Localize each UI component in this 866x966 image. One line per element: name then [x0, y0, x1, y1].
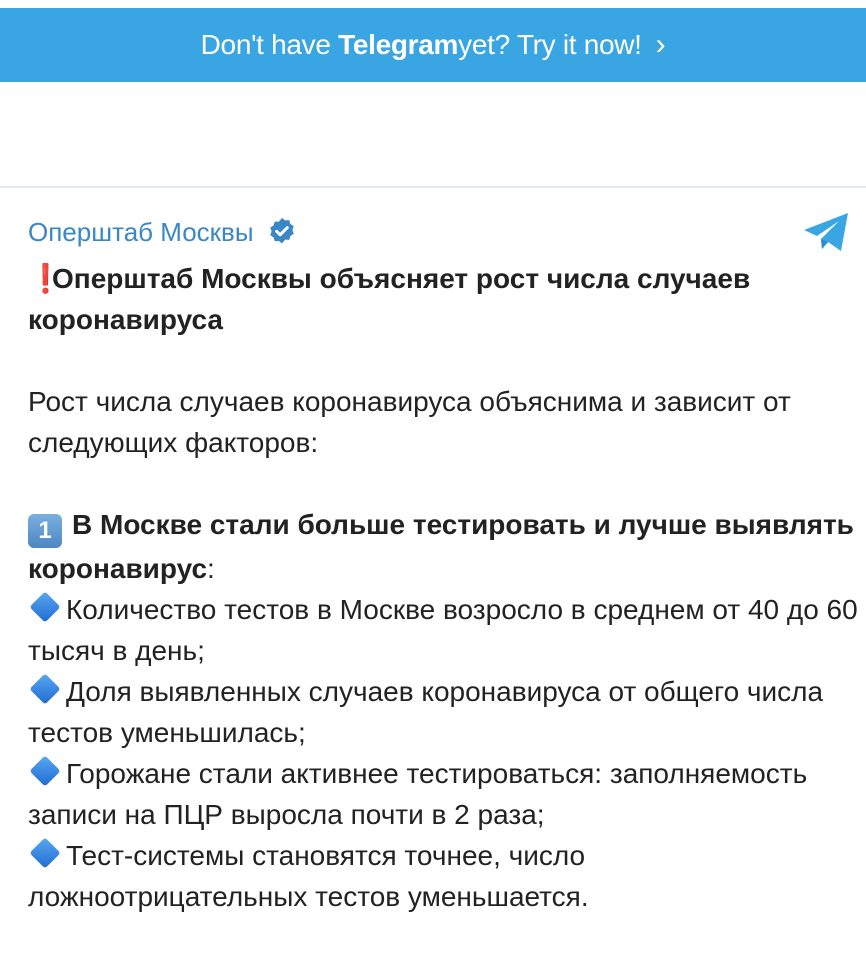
top-strip — [0, 0, 866, 8]
post-title-text: Оперштаб Москвы объясняет рост числа слу… — [28, 263, 751, 335]
post-intro: Рост числа случаев коронавируса объясним… — [28, 386, 791, 458]
banner-suffix: yet? Try it now! — [458, 29, 642, 60]
list-item: Доля выявленных случаев коронавируса от … — [28, 671, 858, 753]
banner-brand: Telegram — [338, 29, 459, 60]
blue-diamond-icon — [29, 591, 61, 623]
post-header: Оперштаб Москвы — [28, 206, 858, 258]
list-item: Количество тестов в Москве возросло в ср… — [28, 589, 858, 671]
post-title: ❗Оперштаб Москвы объясняет рост числа сл… — [28, 258, 858, 340]
blue-diamond-icon — [29, 755, 61, 787]
list-item: Тест-системы становятся точнее, число ло… — [28, 835, 858, 917]
section-colon: : — [207, 553, 215, 584]
list-item-text: Тест-системы становятся точнее, число ло… — [28, 840, 589, 912]
keycap-one-icon: 1 — [28, 514, 62, 548]
blue-diamond-icon — [29, 837, 61, 869]
section-heading-text: В Москве стали больше тестировать и лучш… — [28, 509, 854, 584]
channel-name-link[interactable]: Оперштаб Москвы — [28, 217, 254, 248]
list-item-text: Количество тестов в Москве возросло в ср… — [28, 594, 858, 666]
telegram-plane-icon[interactable] — [802, 210, 852, 254]
channel-post: Оперштаб Москвы ❗Оперштаб Москвы объясня… — [28, 206, 858, 917]
exclamation-icon: ❗ — [28, 263, 63, 294]
section-heading: 1В Москве стали больше тестировать и луч… — [28, 504, 858, 589]
list-item-text: Доля выявленных случаев коронавируса от … — [28, 676, 824, 748]
verified-badge-icon — [269, 218, 294, 244]
blue-diamond-icon — [29, 673, 61, 705]
divider — [0, 186, 866, 188]
banner-prefix: Don't have — [200, 29, 331, 60]
chevron-right-icon: › — [655, 28, 666, 61]
list-item: Горожане стали активнее тестироваться: з… — [28, 753, 858, 835]
post-text: ❗Оперштаб Москвы объясняет рост числа сл… — [28, 258, 858, 917]
list-item-text: Горожане стали активнее тестироваться: з… — [28, 758, 808, 830]
get-telegram-banner[interactable]: Don't have Telegram yet? Try it now! › — [0, 8, 866, 82]
